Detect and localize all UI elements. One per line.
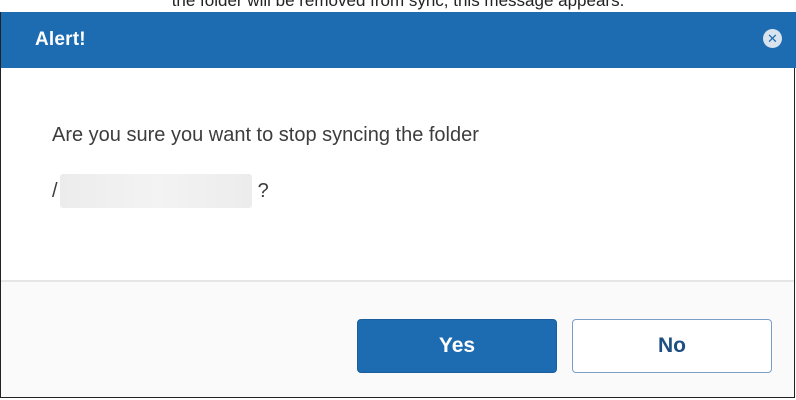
path-prefix: / <box>52 179 58 202</box>
redacted-folder-path <box>59 174 252 208</box>
dialog-title: Alert! <box>35 29 86 50</box>
dialog-titlebar: Alert! ✕ <box>1 12 796 68</box>
close-icon[interactable]: ✕ <box>763 29 782 48</box>
folder-path-line: / ? <box>52 174 269 208</box>
yes-button[interactable]: Yes <box>357 319 557 373</box>
alert-dialog: Alert! ✕ Are you sure you want to stop s… <box>0 12 796 398</box>
background-page-text: the folder will be removed from sync, th… <box>171 0 625 10</box>
path-suffix: ? <box>257 179 269 202</box>
dialog-footer: Yes No <box>1 282 794 397</box>
dialog-body: Are you sure you want to stop syncing th… <box>1 68 794 280</box>
dialog-message: Are you sure you want to stop syncing th… <box>52 124 479 146</box>
page: the folder will be removed from sync, th… <box>0 0 796 400</box>
no-button[interactable]: No <box>572 319 772 373</box>
